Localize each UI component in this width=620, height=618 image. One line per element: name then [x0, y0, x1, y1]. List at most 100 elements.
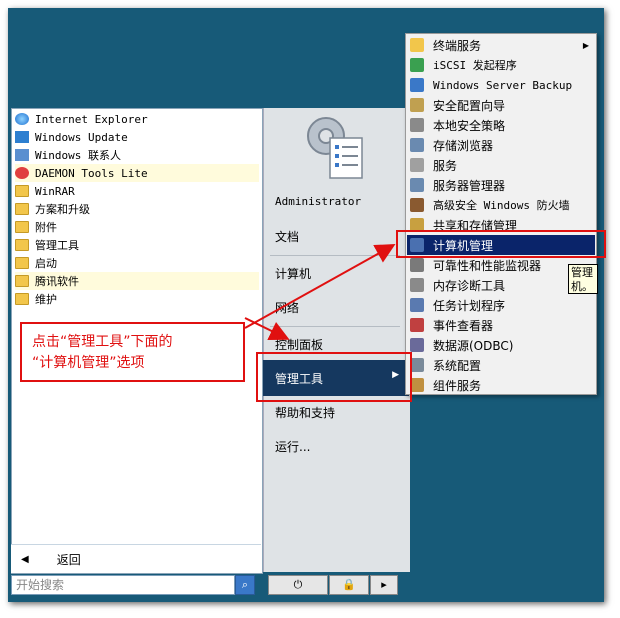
tooltip-line2: 机。: [571, 280, 593, 293]
system-config-icon: [410, 358, 424, 372]
lock-button[interactable]: 🔒: [329, 575, 369, 595]
program-label: 维护: [35, 293, 57, 306]
power-options-button[interactable]: ▸: [370, 575, 398, 595]
back-label: 返回: [56, 552, 81, 567]
power-controls: ⏻ 🔒 ▸: [263, 575, 403, 595]
submenu-item[interactable]: 服务: [407, 155, 595, 175]
contacts-icon: [15, 149, 29, 161]
submenu-item-label: Windows Server Backup: [433, 78, 573, 92]
submenu-item[interactable]: 本地安全策略: [407, 115, 595, 135]
highlight-computer-management: [396, 230, 606, 258]
folder-icon: [15, 203, 29, 215]
chevron-right-icon: ▶: [582, 40, 589, 50]
left-arrow-icon: ◀: [21, 553, 29, 565]
submenu-item[interactable]: 内存诊断工具: [407, 275, 595, 295]
backup-icon: [410, 78, 424, 92]
program-label: 腾讯软件: [35, 275, 79, 288]
menu-separator: [270, 326, 400, 327]
user-administrator[interactable]: Administrator: [275, 195, 361, 208]
search-icon[interactable]: ⌕: [235, 575, 255, 595]
program-item[interactable]: 腾讯软件: [15, 272, 259, 290]
program-label: 方案和升级: [35, 203, 90, 216]
back-button[interactable]: ◀ 返回: [11, 544, 261, 573]
submenu-item-label: 安全配置向导: [433, 98, 506, 113]
program-item[interactable]: Windows Update: [15, 128, 259, 146]
submenu-item-label: 高级安全 Windows 防火墙: [433, 199, 570, 212]
submenu-item[interactable]: 可靠性和性能监视器: [407, 255, 595, 275]
program-item[interactable]: 维护: [15, 290, 259, 308]
firewall-icon: [410, 198, 424, 212]
submenu-item-label: iSCSI 发起程序: [433, 59, 517, 72]
odbc-icon: [410, 338, 424, 352]
submenu-item-label: 本地安全策略: [433, 118, 506, 133]
highlight-admin-tools: [256, 352, 412, 402]
clock-icon: [410, 298, 424, 312]
internet-explorer-icon: [15, 113, 29, 125]
submenu-item[interactable]: iSCSI 发起程序: [407, 55, 595, 75]
admin-tools-picture-icon: [307, 117, 363, 179]
submenu-item[interactable]: 任务计划程序: [407, 295, 595, 315]
program-item[interactable]: Windows 联系人: [15, 146, 259, 164]
submenu-item[interactable]: 存储浏览器: [407, 135, 595, 155]
daemon-tools-icon: [15, 167, 29, 179]
program-label: Windows 联系人: [35, 149, 121, 162]
submenu-item-label: 系统配置: [433, 358, 482, 373]
program-item[interactable]: 附件: [15, 218, 259, 236]
local-policy-icon: [410, 118, 424, 132]
program-item[interactable]: 启动: [15, 254, 259, 272]
program-label: 附件: [35, 221, 57, 234]
submenu-item-label: 终端服务: [433, 38, 482, 53]
submenu-item-label: 任务计划程序: [433, 298, 506, 313]
run-item[interactable]: 运行...: [275, 438, 310, 455]
help-item[interactable]: 帮助和支持: [275, 404, 335, 421]
program-item[interactable]: 管理工具: [15, 236, 259, 254]
power-button[interactable]: ⏻: [268, 575, 328, 595]
submenu-item-label: 可靠性和性能监视器: [433, 258, 542, 273]
search-input[interactable]: 开始搜索: [11, 575, 235, 595]
submenu-item[interactable]: Windows Server Backup: [407, 75, 595, 95]
computer-item[interactable]: 计算机: [275, 265, 311, 282]
control-panel-item[interactable]: 控制面板: [275, 336, 323, 353]
memory-icon: [410, 278, 424, 292]
folder-icon: [15, 221, 29, 233]
submenu-item-label: 服务: [433, 158, 458, 173]
network-item[interactable]: 网络: [275, 299, 299, 316]
admin-tools-submenu: 终端服务 ▶ iSCSI 发起程序 Windows Server Backup 安全配置…: [405, 33, 597, 395]
annotation-note: 点击“管理工具”下面的 “计算机管理”选项: [20, 322, 245, 382]
monitor-icon: [410, 258, 424, 272]
services-icon: [410, 158, 424, 172]
component-icon: [410, 378, 424, 392]
program-item[interactable]: DAEMON Tools Lite: [15, 164, 259, 182]
lock-icon: 🔒: [342, 578, 356, 591]
submenu-item[interactable]: 数据源(ODBC): [407, 335, 595, 355]
submenu-item[interactable]: 组件服务: [407, 375, 595, 395]
submenu-item[interactable]: 服务器管理器: [407, 175, 595, 195]
program-label: 启动: [35, 257, 57, 270]
annotation-line1: 点击“管理工具”下面的: [32, 334, 173, 350]
submenu-item[interactable]: 系统配置: [407, 355, 595, 375]
tooltip: 管理 机。: [568, 264, 598, 294]
program-item[interactable]: Internet Explorer: [15, 110, 259, 128]
folder-icon: [15, 239, 29, 251]
submenu-item-label: 事件查看器: [433, 318, 494, 333]
program-label: Internet Explorer: [35, 112, 148, 126]
submenu-item-label: 存储浏览器: [433, 138, 494, 153]
windows-update-icon: [15, 131, 29, 143]
submenu-item[interactable]: 安全配置向导: [407, 95, 595, 115]
submenu-item[interactable]: 高级安全 Windows 防火墙: [407, 195, 595, 215]
security-wizard-icon: [410, 98, 424, 112]
program-item[interactable]: 方案和升级: [15, 200, 259, 218]
folder-icon: [15, 293, 29, 305]
program-label: DAEMON Tools Lite: [35, 166, 148, 180]
documents-item[interactable]: 文档: [275, 228, 299, 245]
program-item[interactable]: WinRAR: [15, 182, 259, 200]
submenu-item[interactable]: 终端服务 ▶: [407, 35, 595, 55]
folder-icon: [15, 257, 29, 269]
submenu-item-label: 数据源(ODBC): [433, 338, 514, 353]
submenu-item[interactable]: 事件查看器: [407, 315, 595, 335]
iscsi-icon: [410, 58, 424, 72]
event-viewer-icon: [410, 318, 424, 332]
annotation-line2: “计算机管理”选项: [32, 355, 145, 371]
folder-icon: [15, 185, 29, 197]
menu-separator: [270, 255, 400, 256]
